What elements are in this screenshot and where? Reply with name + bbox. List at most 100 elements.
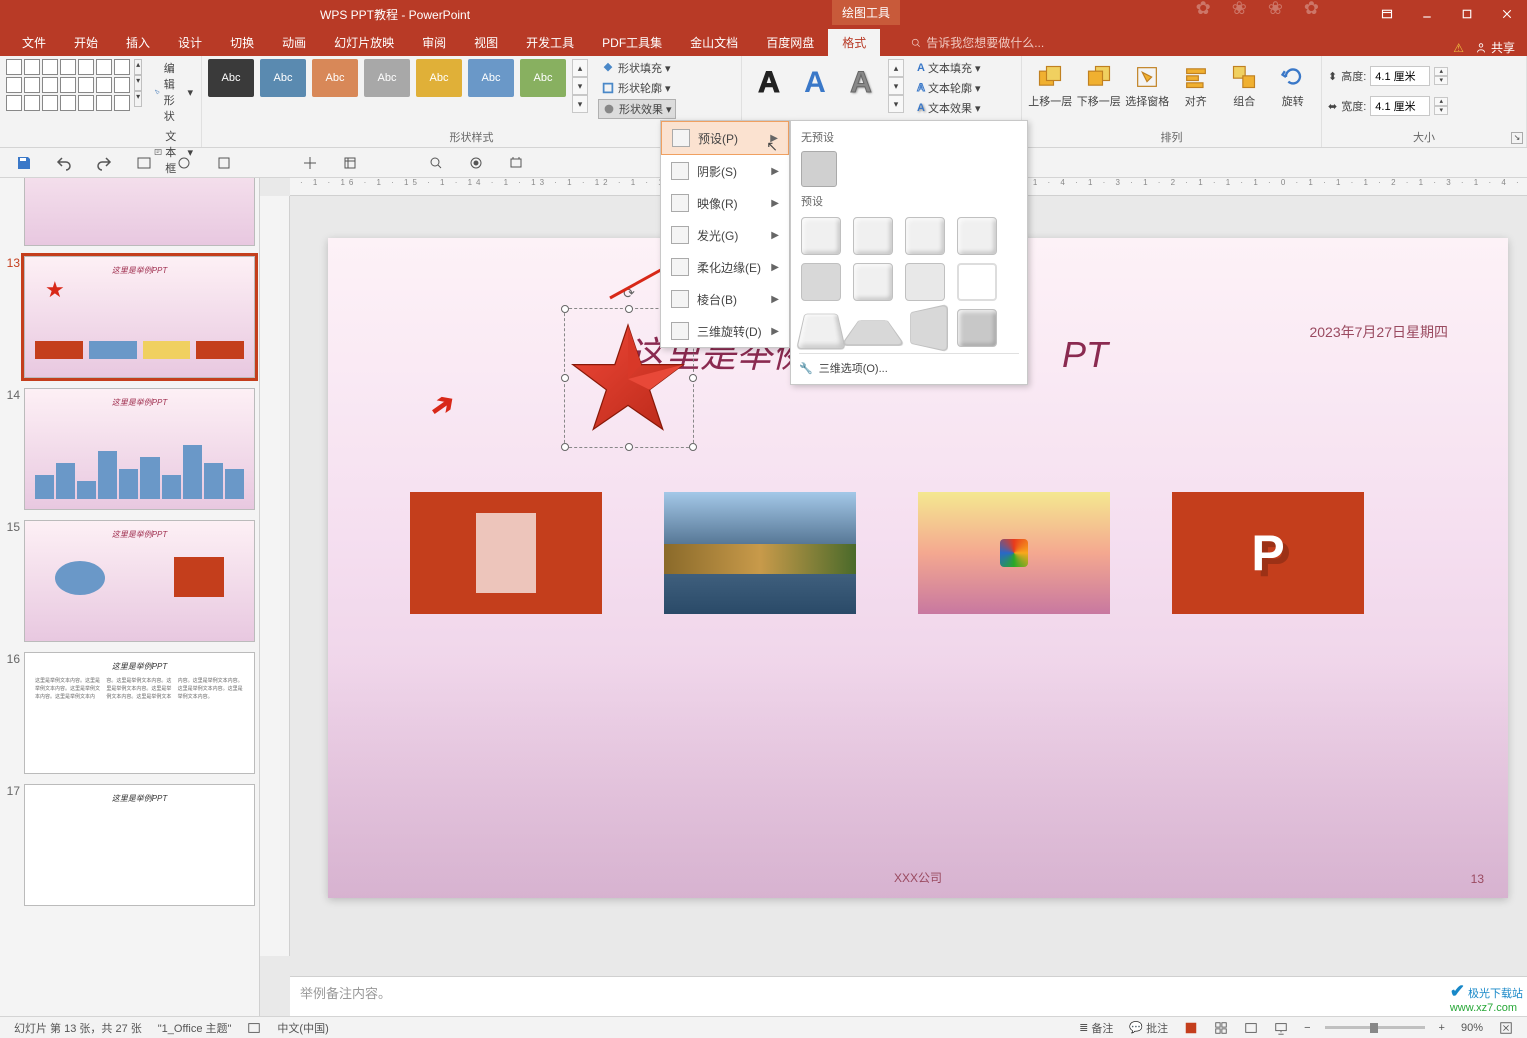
no-preset-swatch[interactable]	[801, 151, 837, 187]
fit-window-icon[interactable]	[1491, 1021, 1521, 1035]
shapes-gallery[interactable]	[6, 59, 130, 111]
slide-image[interactable]	[664, 492, 856, 614]
fx-reflection-item[interactable]: 映像(R)▶	[661, 187, 789, 219]
tab-insert[interactable]: 插入	[112, 29, 164, 56]
zoom-out-icon[interactable]: −	[1296, 1022, 1318, 1034]
resize-handle[interactable]	[689, 443, 697, 451]
slideshow-view-icon[interactable]	[1266, 1021, 1296, 1035]
qat-icon[interactable]	[298, 151, 322, 175]
wordart-scroll-down[interactable]: ▾	[888, 77, 904, 95]
wordart-swatch[interactable]: A	[840, 59, 882, 107]
maximize-icon[interactable]	[1447, 0, 1487, 28]
shape-effects-button[interactable]: 形状效果 ▾	[598, 99, 676, 119]
width-down[interactable]: ▾	[1434, 106, 1448, 115]
preset-thumb[interactable]	[957, 309, 997, 347]
gallery-more[interactable]: ▾	[134, 91, 142, 107]
qat-icon[interactable]	[338, 151, 362, 175]
sorter-view-icon[interactable]	[1206, 1021, 1236, 1035]
thumbnail[interactable]: 16 这里是举例PPT 这里是举例文本内容。这里是举例文本内容。这里是举例文本内…	[0, 652, 255, 774]
size-dialog-launcher[interactable]: ↘	[1511, 132, 1523, 144]
gallery-scroll-down[interactable]: ▾	[134, 75, 142, 91]
slide-image[interactable]	[410, 492, 602, 614]
preset-thumb[interactable]	[910, 304, 948, 352]
zoom-in-icon[interactable]: +	[1431, 1022, 1453, 1034]
tab-design[interactable]: 设计	[164, 29, 216, 56]
preset-thumb[interactable]	[840, 320, 905, 346]
reading-view-icon[interactable]	[1236, 1021, 1266, 1035]
qat-icon[interactable]	[504, 151, 528, 175]
resize-handle[interactable]	[561, 305, 569, 313]
tab-transition[interactable]: 切换	[216, 29, 268, 56]
shape-fill-button[interactable]: 形状填充 ▾	[598, 59, 676, 77]
preset-thumb[interactable]	[853, 217, 893, 255]
preset-thumb[interactable]	[853, 263, 893, 301]
three-d-options-link[interactable]: 🔧 三维选项(O)...	[799, 353, 1019, 376]
style-swatch[interactable]: Abc	[520, 59, 566, 97]
wordart-more[interactable]: ▾	[888, 95, 904, 113]
style-scroll-up[interactable]: ▴	[572, 59, 588, 77]
preset-thumb[interactable]	[801, 217, 841, 255]
slide-image[interactable]	[918, 492, 1110, 614]
language-indicator[interactable]: 中文(中国)	[269, 1020, 336, 1036]
fx-shadow-item[interactable]: 阴影(S)▶	[661, 155, 789, 187]
fx-3d-rotation-item[interactable]: 三维旋转(D)▶	[661, 315, 789, 347]
width-up[interactable]: ▴	[1434, 97, 1448, 106]
preset-thumb[interactable]	[801, 263, 841, 301]
notes-toggle[interactable]: ≣ 备注	[1071, 1020, 1121, 1036]
close-icon[interactable]	[1487, 0, 1527, 28]
tab-baidu-cloud[interactable]: 百度网盘	[752, 29, 828, 56]
edit-shape-button[interactable]: 编辑形状 ▾	[152, 59, 195, 125]
resize-handle[interactable]	[689, 374, 697, 382]
qat-icon[interactable]	[424, 151, 448, 175]
zoom-slider[interactable]	[1325, 1026, 1425, 1029]
preset-thumb[interactable]	[957, 217, 997, 255]
tab-slideshow[interactable]: 幻灯片放映	[320, 29, 408, 56]
height-input[interactable]	[1370, 66, 1430, 86]
tab-kingsoft-docs[interactable]: 金山文档	[676, 29, 752, 56]
height-up[interactable]: ▴	[1434, 67, 1448, 76]
tab-review[interactable]: 审阅	[408, 29, 460, 56]
thumbnail[interactable]: 14 这里是举例PPT	[0, 388, 255, 510]
style-swatch[interactable]: Abc	[468, 59, 514, 97]
style-swatch[interactable]: Abc	[364, 59, 410, 97]
thumbnail[interactable]: 17 这里是举例PPT	[0, 784, 255, 906]
height-down[interactable]: ▾	[1434, 76, 1448, 85]
warning-icon[interactable]: ⚠	[1453, 41, 1464, 55]
preset-thumb[interactable]	[957, 263, 997, 301]
thumbnail[interactable]: 15 这里是举例PPT	[0, 520, 255, 642]
text-fill-button[interactable]: A文本填充 ▾	[914, 59, 983, 77]
zoom-percent[interactable]: 90%	[1453, 1022, 1491, 1034]
preset-thumb[interactable]	[905, 217, 945, 255]
wordart-scroll-up[interactable]: ▴	[888, 59, 904, 77]
style-swatch[interactable]: Abc	[208, 59, 254, 97]
style-scroll-down[interactable]: ▾	[572, 77, 588, 95]
fx-glow-item[interactable]: 发光(G)▶	[661, 219, 789, 251]
tell-me-search[interactable]: 告诉我您想要做什么...	[900, 29, 1054, 56]
send-backward-button[interactable]: 下移一层	[1077, 59, 1122, 119]
tab-animation[interactable]: 动画	[268, 29, 320, 56]
spellcheck-icon[interactable]	[239, 1021, 269, 1035]
notes-pane[interactable]: 举例备注内容。	[290, 976, 1527, 1016]
slide-counter[interactable]: 幻灯片 第 13 张，共 27 张	[6, 1020, 150, 1036]
slide-image[interactable]	[1172, 492, 1364, 614]
qat-icon[interactable]	[212, 151, 236, 175]
width-input[interactable]	[1370, 96, 1430, 116]
text-effects-button[interactable]: A文本效果 ▾	[914, 99, 983, 117]
comments-toggle[interactable]: 💬 批注	[1121, 1020, 1176, 1036]
shape-style-gallery[interactable]: Abc Abc Abc Abc Abc Abc Abc	[208, 59, 566, 97]
share-button[interactable]: 共享	[1474, 39, 1515, 56]
normal-view-icon[interactable]	[1176, 1021, 1206, 1035]
rotate-button[interactable]: 旋转	[1271, 59, 1316, 119]
gallery-scroll-up[interactable]: ▴	[134, 59, 142, 75]
text-box-button[interactable]: 文本框 ▾	[152, 127, 195, 177]
bring-forward-button[interactable]: 上移一层	[1028, 59, 1073, 119]
ribbon-options-icon[interactable]	[1367, 0, 1407, 28]
selection-pane-button[interactable]: 选择窗格	[1125, 59, 1170, 119]
thumbnail[interactable]: 13 这里是举例PPT ★	[0, 256, 255, 378]
tab-file[interactable]: 文件	[8, 29, 60, 56]
tab-format[interactable]: 格式	[828, 29, 880, 56]
fx-soft-edges-item[interactable]: 柔化边缘(E)▶	[661, 251, 789, 283]
resize-handle[interactable]	[625, 443, 633, 451]
shape-outline-button[interactable]: 形状轮廓 ▾	[598, 79, 676, 97]
thumbnail[interactable]	[0, 178, 255, 246]
